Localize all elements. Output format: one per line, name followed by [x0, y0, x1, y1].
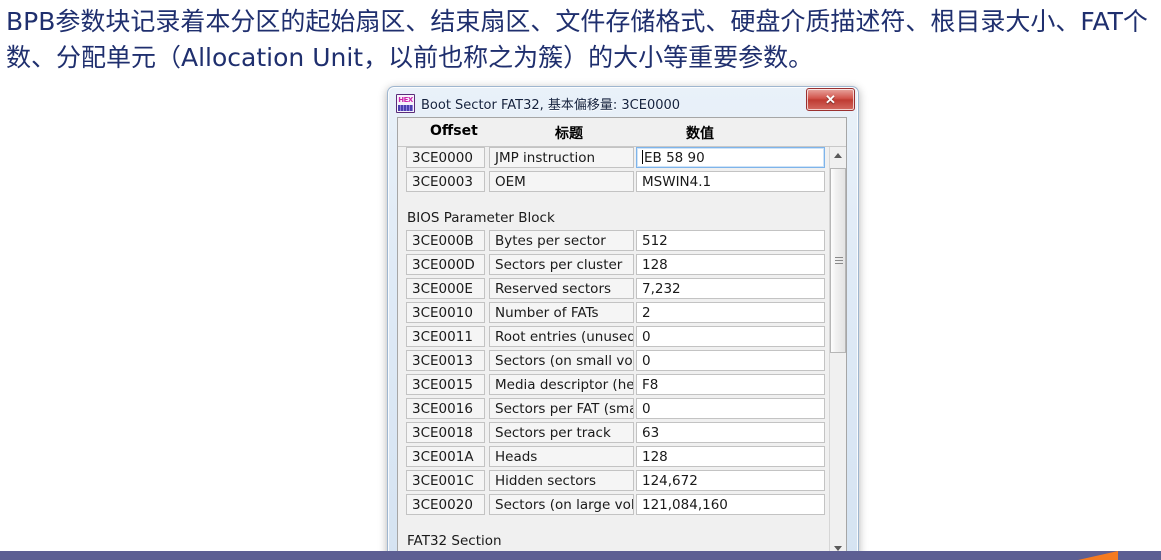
cell-value-input[interactable]: 7,232 [636, 278, 825, 299]
cell-value-input[interactable]: 2 [636, 302, 825, 323]
cell-title: OEM [489, 171, 634, 192]
cell-title: Sectors (on small volume) [489, 350, 634, 371]
cell-offset: 3CE001A [406, 446, 485, 467]
cell-offset: 3CE000D [406, 254, 485, 275]
table-row[interactable]: 3CE0016Sectors per FAT (small vol.)0 [398, 398, 830, 421]
table-row[interactable]: 3CE0018 Sectors per track 63 [398, 422, 830, 445]
section-label: BIOS Parameter Block [407, 210, 555, 226]
cell-value-input[interactable]: F8 [636, 374, 825, 395]
cell-offset: 3CE0015 [406, 374, 485, 395]
cell-value-input[interactable]: 0 [636, 398, 825, 419]
dialog-titlebar[interactable]: HEX Boot Sector FAT32, 基本偏移量: 3CE0000 ✕ [393, 88, 855, 115]
cell-offset: 3CE0011 [406, 326, 485, 347]
cell-value-input[interactable]: 63 [636, 422, 825, 443]
cell-value-input[interactable]: 0 [636, 326, 825, 347]
slide-body-text: BPB参数块记录着本分区的起始扇区、结束扇区、文件存储格式、硬盘介质描述符、根目… [6, 7, 1148, 72]
table-row[interactable]: 3CE000B Bytes per sector 512 [398, 230, 830, 253]
hex-editor-icon: HEX [396, 93, 415, 113]
cell-value-input[interactable]: 512 [636, 230, 825, 251]
cell-value-input[interactable]: 128 [636, 446, 825, 467]
column-header-title: 标题 [555, 126, 583, 142]
cell-title: Reserved sectors [489, 278, 634, 299]
table-row[interactable]: 3CE0011 Root entries (unused) 0 [398, 326, 830, 349]
table-row[interactable]: 3CE0000 JMP instruction EB 58 90 [398, 147, 830, 170]
cell-value-input[interactable]: 128 [636, 254, 825, 275]
cell-offset: 3CE0016 [406, 398, 485, 419]
cell-offset: 3CE0020 [406, 494, 485, 515]
cell-title: Number of FATs [489, 302, 634, 323]
cell-value-input[interactable]: MSWIN4.1 [636, 171, 825, 192]
cell-title: JMP instruction [489, 147, 634, 168]
table-row[interactable]: 3CE0015 Media descriptor (hex) F8 [398, 374, 830, 397]
cell-offset: 3CE0018 [406, 422, 485, 443]
scrollbar-grip-icon [835, 256, 843, 265]
table-row[interactable]: 3CE0003 OEM MSWIN4.1 [398, 171, 830, 194]
column-header-value: 数值 [686, 126, 714, 142]
column-header-row: Offset 标题 数值 [398, 118, 846, 147]
cell-title: Sectors per FAT (small vol.) [489, 398, 634, 419]
cell-title: Sectors (on large volume) [489, 494, 634, 515]
table-row[interactable]: 3CE001C Hidden sectors 124,672 [398, 470, 830, 493]
table-row[interactable]: 3CE000D Sectors per cluster 128 [398, 254, 830, 277]
cell-value-input[interactable]: 124,672 [636, 470, 825, 491]
boot-sector-dialog: HEX Boot Sector FAT32, 基本偏移量: 3CE0000 ✕ … [387, 86, 859, 558]
table-row[interactable]: 3CE0020Sectors (on large volume)121,084,… [398, 494, 830, 517]
cell-title: Sectors per track [489, 422, 634, 443]
scroll-up-icon[interactable] [830, 147, 846, 164]
table-row[interactable]: 3CE0010 Number of FATs 2 [398, 302, 830, 325]
close-button[interactable]: ✕ [806, 88, 855, 111]
cell-offset: 3CE000B [406, 230, 485, 251]
table-row[interactable]: 3CE000E Reserved sectors 7,232 [398, 278, 830, 301]
slide-bottom-bar [0, 551, 1161, 560]
cell-title: Hidden sectors [489, 470, 634, 491]
cell-title: Heads [489, 446, 634, 467]
dialog-client-area: Offset 标题 数值 3CE0000 JMP instruction EB 58… [397, 117, 847, 557]
cell-title: Root entries (unused) [489, 326, 634, 347]
cell-offset: 3CE001C [406, 470, 485, 491]
section-label: FAT32 Section [407, 533, 502, 549]
dialog-title: Boot Sector FAT32, 基本偏移量: 3CE0000 [421, 97, 681, 113]
cell-value-input[interactable]: 0 [636, 350, 825, 371]
table-row[interactable]: 3CE0013Sectors (on small volume)0 [398, 350, 830, 373]
cell-value-input[interactable]: EB 58 90 [636, 147, 825, 168]
cell-title: Bytes per sector [489, 230, 634, 251]
cell-offset: 3CE0003 [406, 171, 485, 192]
cell-offset: 3CE0010 [406, 302, 485, 323]
table-row[interactable]: 3CE001A Heads 128 [398, 446, 830, 469]
cell-offset: 3CE000E [406, 278, 485, 299]
field-list[interactable]: 3CE0000 JMP instruction EB 58 90 3CE0003 OEM… [398, 147, 830, 557]
close-icon: ✕ [825, 91, 836, 107]
cell-value-input[interactable]: 121,084,160 [636, 494, 825, 515]
cell-offset: 3CE0013 [406, 350, 485, 371]
cell-title: Sectors per cluster [489, 254, 634, 275]
scrollbar-thumb[interactable] [830, 168, 846, 353]
cell-value-text: EB 58 90 [644, 150, 705, 166]
cell-offset: 3CE0000 [406, 147, 485, 168]
text-caret [642, 150, 643, 164]
column-header-offset: Offset [430, 123, 478, 139]
vertical-scrollbar[interactable] [829, 147, 846, 557]
cell-title: Media descriptor (hex) [489, 374, 634, 395]
